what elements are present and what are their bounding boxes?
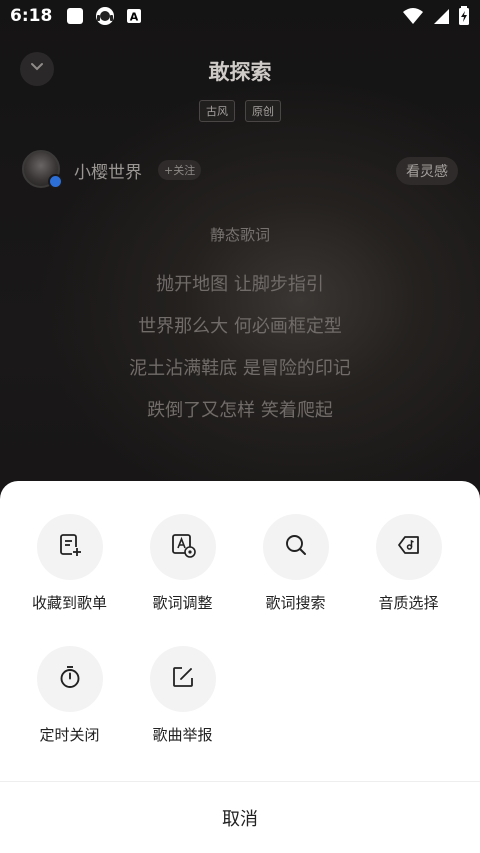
song-tags: 古风 原创 xyxy=(0,100,480,122)
battery-charging-icon xyxy=(458,6,470,30)
action-lyrics-search[interactable]: 歌词搜索 xyxy=(239,514,352,613)
action-circle xyxy=(36,646,103,712)
action-label: 定时关闭 xyxy=(39,726,100,744)
song-title: 敢探索 xyxy=(208,60,272,84)
notification-square-icon xyxy=(66,7,84,25)
action-label: 收藏到歌单 xyxy=(31,594,107,612)
inspire-button[interactable]: 看灵感 xyxy=(396,157,458,185)
follow-button[interactable]: +关注 xyxy=(158,160,202,180)
action-sleep-timer[interactable]: 定时关闭 xyxy=(13,646,126,745)
lyrics-list: 抛开地图 让脚步指引 世界那么大 何必画框定型 泥土沾满鞋底 是冒险的印记 跌倒… xyxy=(0,272,480,440)
artist-row: 小樱世界 +关注 看灵感 xyxy=(22,150,462,190)
status-bar: 6:18 A xyxy=(0,0,480,32)
action-circle xyxy=(149,514,216,580)
lyric-line: 抛开地图 让脚步指引 xyxy=(156,274,324,295)
audio-quality-icon xyxy=(396,532,422,562)
lyric-line: 跌倒了又怎样 笑着爬起 xyxy=(147,400,333,421)
action-circle xyxy=(375,514,442,580)
action-label: 歌曲举报 xyxy=(152,726,213,744)
artist-name[interactable]: 小樱世界 xyxy=(74,158,142,183)
action-lyrics-adjust[interactable]: 歌词调整 xyxy=(126,514,239,613)
lyrics-header: 静态歌词 xyxy=(209,226,270,244)
action-circle xyxy=(262,514,329,580)
search-icon xyxy=(283,532,309,562)
action-label: 音质选择 xyxy=(378,594,439,612)
report-edit-icon xyxy=(170,664,196,694)
action-audio-quality[interactable]: 音质选择 xyxy=(352,514,465,613)
action-circle xyxy=(36,514,103,580)
action-label: 歌词调整 xyxy=(152,594,213,612)
headset-app-icon xyxy=(94,6,116,26)
lyric-line: 泥土沾满鞋底 是冒险的印记 xyxy=(129,358,351,379)
keyboard-a-icon: A xyxy=(126,8,142,24)
cancel-button[interactable]: 取消 xyxy=(0,782,480,853)
verified-badge-icon xyxy=(48,174,63,189)
lyrics-adjust-icon xyxy=(170,532,196,562)
status-time: 6:18 xyxy=(10,6,53,26)
tag-style[interactable]: 古风 xyxy=(199,100,235,122)
more-actions-sheet: 收藏到歌单 歌词调整 歌词搜索 音质选择 定时关闭 歌曲举报 取消 xyxy=(0,481,480,853)
action-report-song[interactable]: 歌曲举报 xyxy=(126,646,239,745)
lyric-line: 世界那么大 何必画框定型 xyxy=(138,316,342,337)
action-label: 歌词搜索 xyxy=(265,594,326,612)
action-add-to-playlist[interactable]: 收藏到歌单 xyxy=(13,514,126,613)
svg-text:A: A xyxy=(130,11,139,24)
action-circle xyxy=(149,646,216,712)
wifi-icon xyxy=(402,7,424,29)
tag-original[interactable]: 原创 xyxy=(245,100,281,122)
timer-icon xyxy=(57,664,83,694)
cell-signal-icon xyxy=(432,7,450,29)
add-to-playlist-icon xyxy=(57,532,83,562)
